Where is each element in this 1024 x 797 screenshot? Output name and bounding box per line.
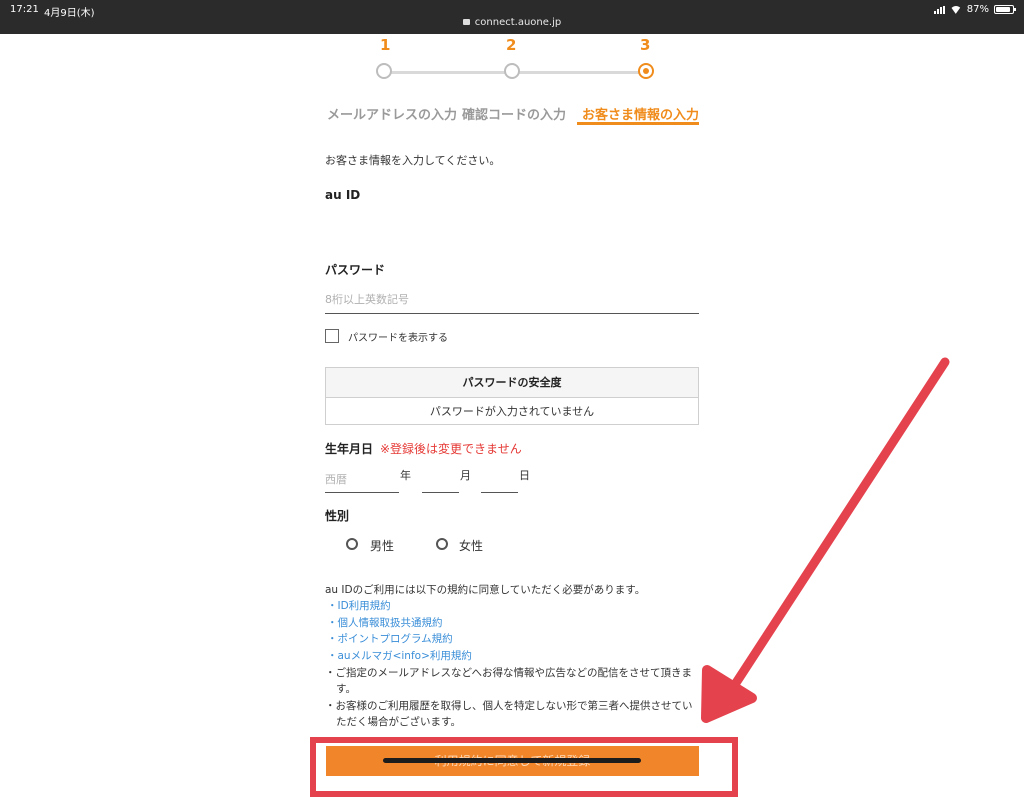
- link-point-program-terms[interactable]: ・ポイントプログラム規約: [327, 631, 453, 646]
- gender-female-radio[interactable]: [436, 538, 448, 550]
- birthday-year-input[interactable]: 西暦: [325, 471, 347, 487]
- step-1-number: 1: [380, 36, 391, 54]
- notice-1-line-1: ・ご指定のメールアドレスなどへお得な情報や広告などの配信をさせて頂きま: [325, 667, 692, 679]
- battery-percent: 87%: [966, 4, 989, 15]
- birthday-month-unit: 月: [460, 469, 471, 482]
- active-step-underline: [577, 122, 699, 125]
- step-3-number: 3: [640, 36, 651, 54]
- step-1-label: メールアドレスの入力: [327, 108, 458, 123]
- birthday-label: 生年月日: [325, 442, 374, 456]
- terms-intro: au IDのご利用には以下の規約に同意していただく必要があります。: [325, 584, 646, 596]
- birthday-day-input[interactable]: [481, 492, 518, 493]
- step-2-label: 確認コードの入力: [462, 108, 567, 123]
- password-input-underline: [325, 313, 699, 314]
- battery-icon: [994, 5, 1016, 14]
- gender-female-label: 女性: [459, 539, 484, 553]
- birthday-year-unit: 年: [400, 469, 411, 482]
- form-intro-text: お客さま情報を入力してください。: [325, 154, 501, 167]
- status-time: 17:21: [10, 4, 39, 15]
- link-mailmagazine-terms[interactable]: ・auメルマガ<info>利用規約: [327, 648, 472, 663]
- password-label: パスワード: [325, 263, 386, 277]
- birthday-month-input[interactable]: [422, 492, 459, 493]
- step-3-circle-active: [638, 63, 654, 79]
- gender-male-label: 男性: [370, 539, 395, 553]
- step-1-circle: [376, 63, 392, 79]
- birthday-day-unit: 日: [519, 469, 530, 482]
- step-3-label: お客さま情報の入力: [582, 108, 700, 123]
- notice-2-line-1: ・お客様のご利用履歴を取得し、個人を特定しない形で第三者へ提供させてい: [325, 700, 693, 712]
- step-2-circle: [504, 63, 520, 79]
- status-bar: 17:21 4月9日(木) connect.auone.jp 87%: [0, 0, 1024, 34]
- notice-1-line-2: す。: [336, 683, 356, 695]
- password-strength-status: パスワードが入力されていません: [429, 405, 595, 418]
- password-strength-panel: パスワードの安全度 パスワードが入力されていません: [325, 367, 699, 425]
- password-input[interactable]: 8桁以上英数記号: [325, 291, 409, 307]
- show-password-label: パスワードを表示する: [348, 333, 448, 344]
- notice-2-line-2: ただく場合がございます。: [336, 716, 461, 728]
- gender-male-radio[interactable]: [346, 538, 358, 550]
- birthday-year-underline: [325, 492, 399, 493]
- address-url: connect.auone.jp: [474, 17, 562, 28]
- step-2-number: 2: [506, 36, 517, 54]
- link-privacy-terms[interactable]: ・個人情報取扱共通規約: [327, 615, 443, 630]
- address-bar[interactable]: connect.auone.jp: [0, 17, 1024, 28]
- show-password-checkbox[interactable]: [325, 329, 339, 343]
- cellular-signal-icon: [933, 5, 945, 14]
- annotation-highlight-box: [310, 737, 738, 797]
- password-strength-title: パスワードの安全度: [326, 368, 698, 398]
- lock-icon: [462, 19, 470, 25]
- gender-label: 性別: [325, 509, 350, 523]
- birthday-warning: ※登録後は変更できません: [380, 442, 522, 456]
- wifi-icon: [950, 6, 962, 14]
- au-id-label: au ID: [325, 188, 361, 202]
- link-id-terms[interactable]: ・ID利用規約: [327, 598, 391, 613]
